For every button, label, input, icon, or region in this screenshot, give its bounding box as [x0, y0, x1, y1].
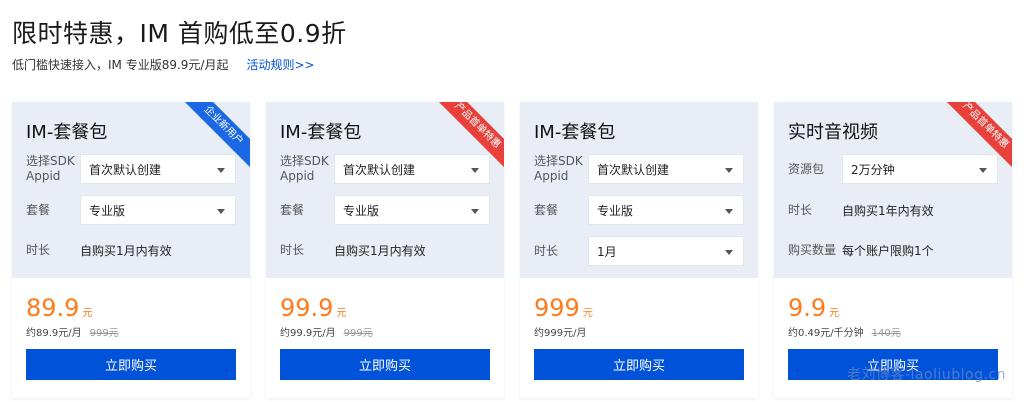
card-title: IM-套餐包 — [26, 122, 108, 143]
price-detail: 约99.9元/月 999元 — [280, 324, 373, 339]
row-label: 选择SDK Appid — [534, 154, 583, 183]
row-label: 购买数量 — [788, 242, 837, 257]
row-label: 时长 — [280, 242, 305, 257]
duration-select[interactable]: 1月 — [588, 236, 744, 266]
price: 89.9 元 — [26, 294, 92, 322]
select-value: 1月 — [597, 244, 617, 259]
row-sdk-appid: 选择SDK Appid 首次默认创建 — [26, 154, 238, 184]
row-label: 选择SDK Appid — [26, 154, 75, 183]
row-package: 套餐 专业版 — [26, 195, 238, 225]
sdk-appid-select[interactable]: 首次默认创建 — [588, 154, 744, 184]
row-duration: 时长 1月 — [534, 236, 746, 266]
activity-rules-link[interactable]: 活动规则>> — [246, 56, 314, 73]
select-value: 专业版 — [89, 203, 126, 218]
row-label: 资源包 — [788, 161, 825, 176]
price-amount: 99.9 — [280, 294, 334, 322]
buy-now-button[interactable]: 立即购买 — [26, 349, 236, 380]
price-unit: 元 — [582, 308, 593, 319]
original-price: 140元 — [871, 328, 901, 339]
resource-pack-select[interactable]: 2万分钟 — [842, 154, 998, 184]
duration-value: 自购买1月内有效 — [334, 243, 426, 258]
price-detail: 约999元/月 — [534, 324, 586, 339]
buy-now-button[interactable]: 立即购买 — [534, 349, 744, 380]
package-select[interactable]: 专业版 — [334, 195, 490, 225]
row-duration: 时长 自购买1年内有效 — [788, 195, 1000, 225]
select-value: 专业版 — [343, 203, 380, 218]
row-sdk-appid: 选择SDK Appid 首次默认创建 — [280, 154, 492, 184]
price: 99.9 元 — [280, 294, 346, 322]
duration-value: 自购买1月内有效 — [80, 243, 172, 258]
chevron-down-icon — [725, 209, 733, 214]
subtitle-text: 低门槛快速接入，IM 专业版89.9元/月起 — [12, 58, 229, 72]
row-resource-pack: 资源包 2万分钟 — [788, 154, 1000, 184]
row-label: 时长 — [788, 202, 813, 217]
price-amount: 999 — [534, 294, 580, 322]
price: 999 元 — [534, 294, 593, 322]
price-detail: 约89.9元/月 999元 — [26, 324, 119, 339]
subtitle-bar: 低门槛快速接入，IM 专业版89.9元/月起 活动规则>> — [12, 56, 315, 73]
card-title: IM-套餐包 — [534, 122, 616, 143]
chevron-down-icon — [979, 168, 987, 173]
package-select[interactable]: 专业版 — [588, 195, 744, 225]
row-label: 套餐 — [280, 202, 305, 217]
chevron-down-icon — [471, 168, 479, 173]
sdk-appid-select[interactable]: 首次默认创建 — [80, 154, 236, 184]
package-card-im-monthly: IM-套餐包 选择SDK Appid 首次默认创建 套餐 专业版 时长 1月 9… — [520, 102, 758, 398]
chevron-down-icon — [725, 250, 733, 255]
row-duration: 时长 自购买1月内有效 — [26, 235, 238, 265]
row-duration: 时长 自购买1月内有效 — [280, 235, 492, 265]
buy-now-button[interactable]: 立即购买 — [280, 349, 490, 380]
select-value: 专业版 — [597, 203, 634, 218]
price-detail: 约0.49元/千分钟 140元 — [788, 324, 901, 339]
select-value: 首次默认创建 — [89, 162, 162, 177]
row-sdk-appid: 选择SDK Appid 首次默认创建 — [534, 154, 746, 184]
package-select[interactable]: 专业版 — [80, 195, 236, 225]
select-value: 2万分钟 — [851, 162, 895, 177]
quantity-value: 每个账户限购1个 — [842, 243, 934, 258]
select-value: 首次默认创建 — [343, 162, 416, 177]
row-label: 套餐 — [534, 202, 559, 217]
row-label: 选择SDK Appid — [280, 154, 329, 183]
price-note: 约999元/月 — [534, 328, 587, 339]
price-amount: 9.9 — [788, 294, 827, 322]
package-card-im-enterprise: 企业新用户 IM-套餐包 选择SDK Appid 首次默认创建 套餐 专业版 时… — [12, 102, 250, 398]
price-unit: 元 — [829, 308, 840, 319]
row-label: 套餐 — [26, 202, 51, 217]
watermark: 老刘博客-laoliublog.cn — [847, 367, 1006, 383]
price-note: 约0.49元/千分钟 — [788, 328, 864, 339]
package-card-trtc: 产品首单特惠 实时音视频 资源包 2万分钟 时长 自购买1年内有效 购买数量 每… — [774, 102, 1012, 398]
package-card-im-first-order: 产品首单特惠 IM-套餐包 选择SDK Appid 首次默认创建 套餐 专业版 … — [266, 102, 504, 398]
row-package: 套餐 专业版 — [280, 195, 492, 225]
row-package: 套餐 专业版 — [534, 195, 746, 225]
chevron-down-icon — [217, 209, 225, 214]
original-price: 999元 — [89, 328, 119, 339]
row-label: 时长 — [26, 242, 51, 257]
card-title: 实时音视频 — [788, 122, 878, 143]
package-cards: 企业新用户 IM-套餐包 选择SDK Appid 首次默认创建 套餐 专业版 时… — [12, 102, 1012, 398]
select-value: 首次默认创建 — [597, 162, 670, 177]
original-price: 999元 — [343, 328, 373, 339]
price-unit: 元 — [82, 308, 93, 319]
price-amount: 89.9 — [26, 294, 80, 322]
card-title: IM-套餐包 — [280, 122, 362, 143]
row-label: 时长 — [534, 243, 559, 258]
chevron-down-icon — [471, 209, 479, 214]
price-note: 约99.9元/月 — [280, 328, 336, 339]
price-note: 约89.9元/月 — [26, 328, 82, 339]
row-quantity: 购买数量 每个账户限购1个 — [788, 235, 1000, 265]
duration-value: 自购买1年内有效 — [842, 203, 934, 218]
price-unit: 元 — [336, 308, 347, 319]
page-title: 限时特惠，IM 首购低至0.9折 — [12, 19, 347, 48]
sdk-appid-select[interactable]: 首次默认创建 — [334, 154, 490, 184]
price: 9.9 元 — [788, 294, 839, 322]
chevron-down-icon — [725, 168, 733, 173]
chevron-down-icon — [217, 168, 225, 173]
